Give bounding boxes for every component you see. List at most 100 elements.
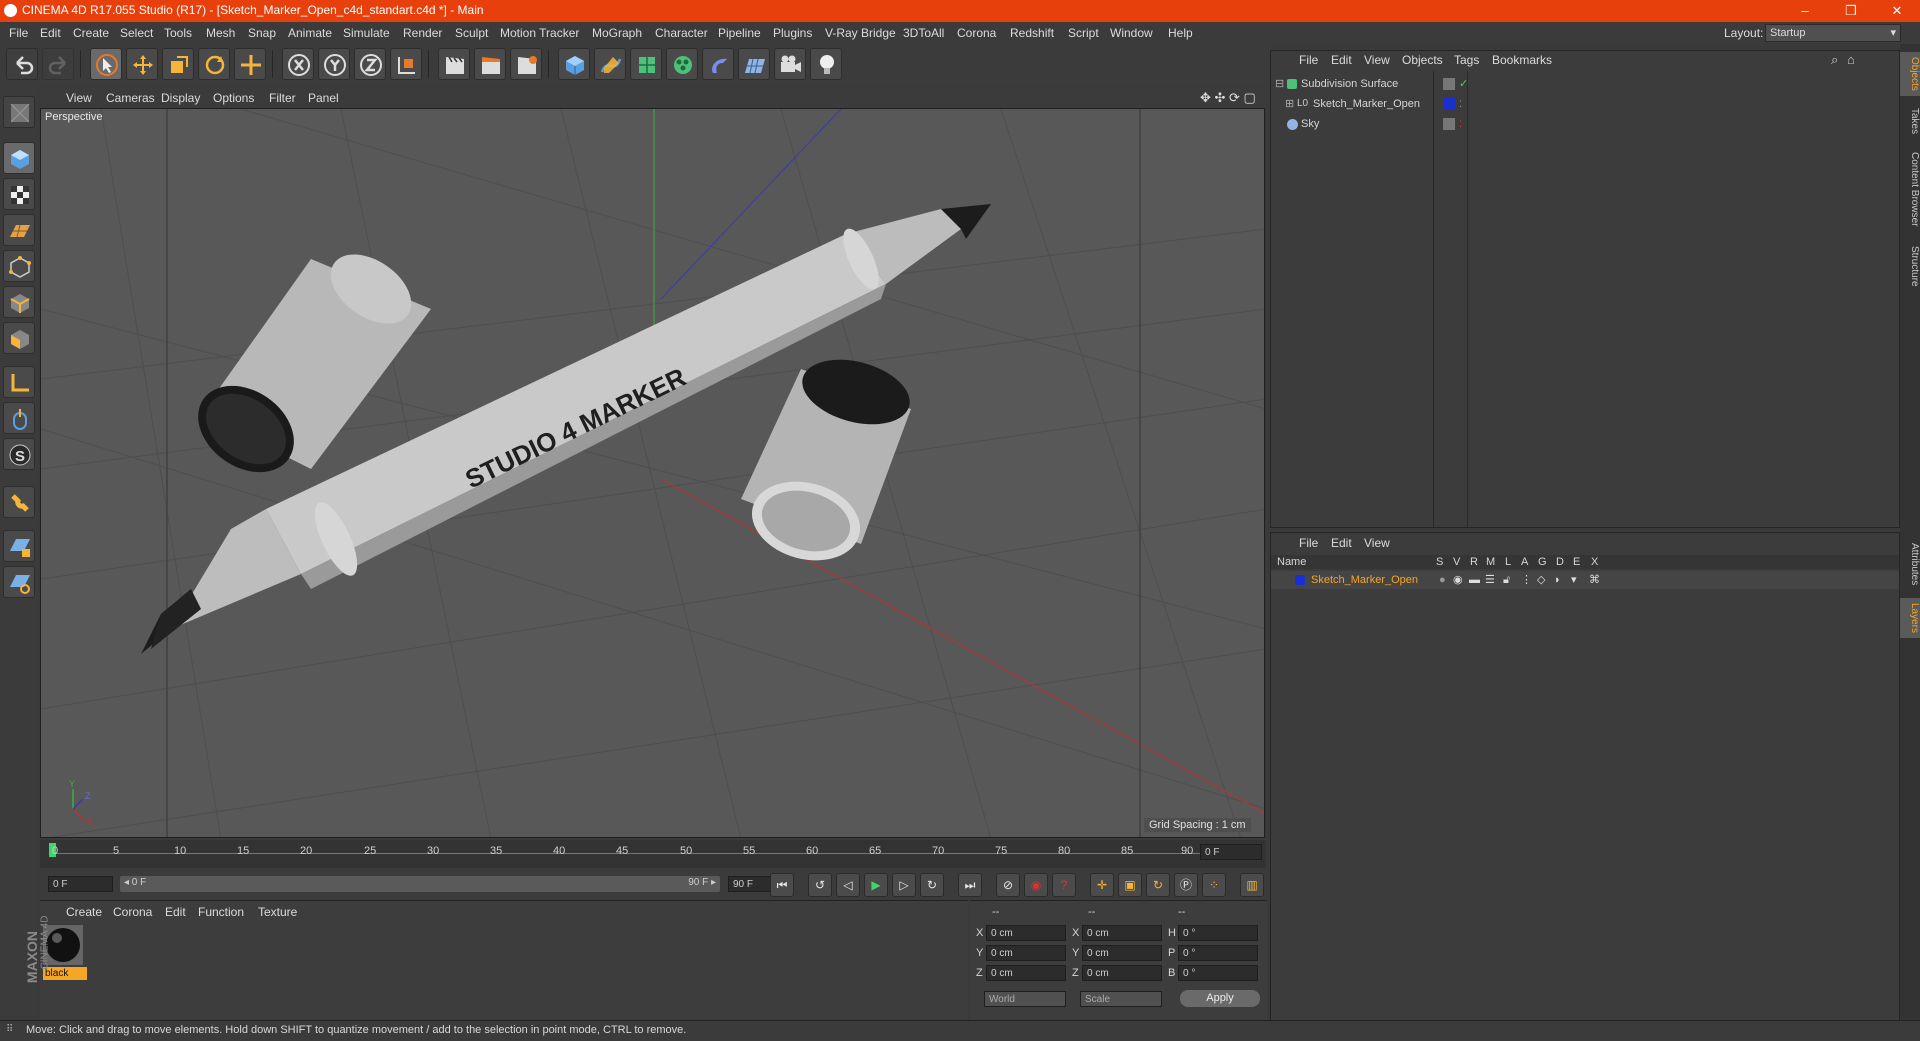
solo-toggle-icon[interactable]: ●	[1439, 571, 1446, 589]
layers-menu-file[interactable]: File	[1299, 536, 1318, 550]
expand-plus-icon[interactable]: ⊞	[1285, 95, 1294, 113]
menu-help[interactable]: Help	[1168, 26, 1193, 40]
y-axis-lock-button[interactable]	[318, 48, 350, 80]
objects-menu-file[interactable]: File	[1299, 53, 1318, 67]
go-to-end-button[interactable]: ⏭	[958, 873, 982, 897]
tab-objects[interactable]: Objects	[1900, 52, 1920, 96]
workplane-mode-button[interactable]	[3, 214, 35, 246]
key-parameter-button[interactable]: Ⓟ	[1174, 873, 1198, 897]
polygons-mode-button[interactable]	[3, 322, 35, 354]
previous-frame-button[interactable]: ◁	[836, 873, 860, 897]
layout-select[interactable]: Startup ▾	[1765, 24, 1901, 42]
redo-button[interactable]	[42, 48, 74, 80]
visibility-dots-icon[interactable]: ⁚	[1459, 115, 1462, 133]
key-position-button[interactable]: ✛	[1090, 873, 1114, 897]
add-deformer-button[interactable]	[702, 48, 734, 80]
home-icon[interactable]: ⌂	[1847, 52, 1855, 67]
material-menu-texture[interactable]: Texture	[258, 905, 297, 919]
tab-layers[interactable]: Layers	[1900, 598, 1920, 638]
objects-menu-bookmarks[interactable]: Bookmarks	[1492, 53, 1552, 67]
size-x-field[interactable]: 0 cm	[1082, 925, 1162, 941]
add-cube-button[interactable]	[558, 48, 590, 80]
viewport-menu-display[interactable]: Display	[161, 91, 200, 105]
select-tool-button[interactable]	[90, 48, 122, 80]
apply-button[interactable]: Apply	[1180, 990, 1260, 1007]
position-z-field[interactable]: 0 cm	[986, 965, 1066, 981]
viewport-menu-options[interactable]: Options	[213, 91, 254, 105]
layer-row[interactable]: Sketch_Marker_Open ● ◉ ▬ ☰ 🔓︎ ⋮ ◇ ◗ ▾ ⌘	[1271, 571, 1899, 589]
timeline-window-button[interactable]: ▥	[1240, 873, 1264, 897]
size-z-field[interactable]: 0 cm	[1082, 965, 1162, 981]
x-axis-lock-button[interactable]	[282, 48, 314, 80]
add-mograph-button[interactable]	[666, 48, 698, 80]
minimize-button[interactable]: –	[1782, 0, 1828, 22]
menu-script[interactable]: Script	[1068, 26, 1099, 40]
generator-toggle-icon[interactable]: ◇	[1537, 571, 1545, 589]
size-y-field[interactable]: 0 cm	[1082, 945, 1162, 961]
menu-plugins[interactable]: Plugins	[773, 26, 812, 40]
range-slider[interactable]: ◂ 0 F 90 F ▸	[120, 876, 720, 892]
menu-select[interactable]: Select	[120, 26, 153, 40]
rotate-tool-button[interactable]	[198, 48, 230, 80]
material-menu-create[interactable]: Create	[66, 905, 102, 919]
rotation-h-field[interactable]: 0 °	[1178, 925, 1258, 941]
viewport-nav-icons[interactable]: ✥ ✣ ⟳ ▢	[1200, 90, 1256, 106]
menu-snap[interactable]: Snap	[248, 26, 276, 40]
keyframe-selection-button[interactable]: ?	[1052, 873, 1076, 897]
eye-toggle-icon[interactable]: ◉	[1453, 571, 1463, 589]
go-to-start-button[interactable]: ⏮	[770, 873, 794, 897]
close-button[interactable]: ✕	[1874, 0, 1920, 22]
menu-tools[interactable]: Tools	[164, 26, 192, 40]
layer-color-swatch[interactable]	[1295, 575, 1305, 585]
position-y-field[interactable]: 0 cm	[986, 945, 1066, 961]
checkmark-icon[interactable]: ✓	[1459, 75, 1468, 93]
render-settings-button[interactable]	[510, 48, 542, 80]
scale-tool-button[interactable]	[162, 48, 194, 80]
model-mode-button[interactable]	[3, 142, 35, 174]
object-row-sky[interactable]: Sky ⁚	[1275, 115, 1895, 133]
move-tool-button[interactable]	[126, 48, 158, 80]
viewport-menu-view[interactable]: View	[66, 91, 92, 105]
objects-menu-tags[interactable]: Tags	[1454, 53, 1479, 67]
next-frame-button[interactable]: ▷	[892, 873, 916, 897]
add-floor-button[interactable]	[738, 48, 770, 80]
rotation-b-field[interactable]: 0 °	[1178, 965, 1258, 981]
position-x-field[interactable]: 0 cm	[986, 925, 1066, 941]
menu-redshift[interactable]: Redshift	[1010, 26, 1054, 40]
tab-takes[interactable]: Takes	[1900, 104, 1920, 138]
menu-mesh[interactable]: Mesh	[206, 26, 235, 40]
menu-window[interactable]: Window	[1110, 26, 1153, 40]
current-frame-field[interactable]: 0 F	[1200, 844, 1262, 860]
coordinate-mode-select[interactable]: World	[984, 991, 1066, 1007]
viewport-menu-panel[interactable]: Panel	[308, 91, 339, 105]
rotation-p-field[interactable]: 0 °	[1178, 945, 1258, 961]
layers-menu-view[interactable]: View	[1364, 536, 1390, 550]
add-spline-button[interactable]	[594, 48, 626, 80]
add-subdivision-button[interactable]	[630, 48, 662, 80]
texture-mode-button[interactable]	[3, 178, 35, 210]
z-axis-lock-button[interactable]	[354, 48, 386, 80]
menu-simulate[interactable]: Simulate	[343, 26, 390, 40]
add-camera-button[interactable]	[774, 48, 806, 80]
tab-attributes[interactable]: Attributes	[1900, 536, 1920, 592]
visibility-dots-icon[interactable]: ⁚	[1459, 95, 1462, 113]
viewport-menu-cameras[interactable]: Cameras	[106, 91, 155, 105]
key-pla-button[interactable]: ⁘	[1202, 873, 1226, 897]
deformer-toggle-icon[interactable]: ◗	[1554, 571, 1561, 589]
points-mode-button[interactable]	[3, 250, 35, 282]
viewport-menu-filter[interactable]: Filter	[269, 91, 296, 105]
autokey-button[interactable]: ◉	[1024, 873, 1048, 897]
live-move-button[interactable]	[234, 48, 266, 80]
enable-snap-button[interactable]	[3, 486, 35, 518]
tweak-mode-button[interactable]	[3, 402, 35, 434]
menu-sculpt[interactable]: Sculpt	[455, 26, 488, 40]
layer-name[interactable]: Sketch_Marker_Open	[1311, 571, 1418, 589]
menu-render[interactable]: Render	[403, 26, 442, 40]
undo-button[interactable]	[6, 48, 38, 80]
render-toggle-icon[interactable]: ▬	[1469, 571, 1480, 589]
menu-create[interactable]: Create	[73, 26, 109, 40]
menu-3dtoall[interactable]: 3DToAll	[903, 26, 944, 40]
play-button[interactable]: ▶	[864, 873, 888, 897]
timeline-ruler[interactable]: 0 F	[40, 840, 1266, 868]
tab-structure[interactable]: Structure	[1900, 240, 1920, 292]
